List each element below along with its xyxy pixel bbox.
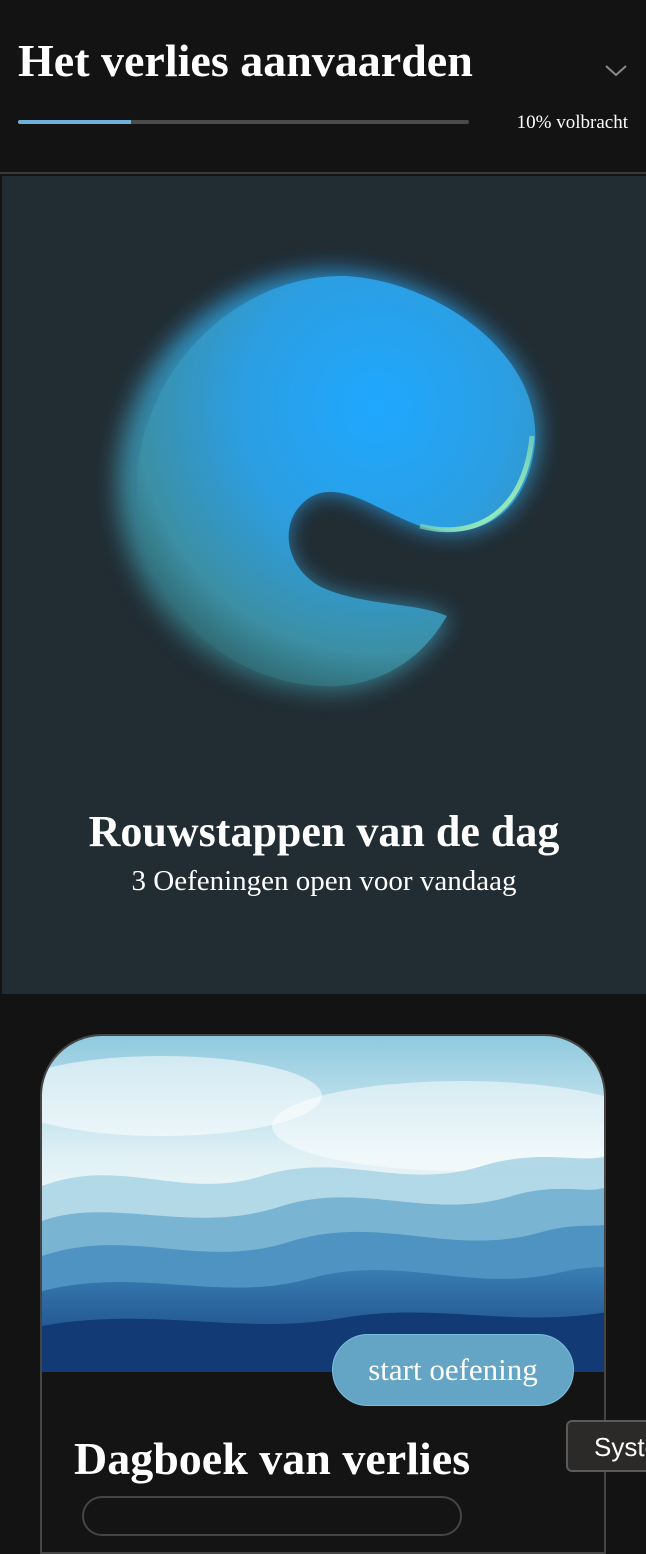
- hero-title: Rouwstappen van de dag: [88, 807, 560, 856]
- gradient-orb-illustration: [117, 272, 538, 693]
- exercise-card[interactable]: start oefening Dagboek van verlies: [40, 1034, 606, 1554]
- start-exercise-button[interactable]: start oefening: [332, 1334, 574, 1406]
- progress-bar-fill: [18, 120, 131, 124]
- header: Het verlies aanvaarden 10% volbracht: [0, 0, 646, 174]
- progress-bar: [18, 120, 469, 124]
- card-bottom-pill: [82, 1496, 462, 1536]
- daily-steps-hero[interactable]: Rouwstappen van de dag 3 Oefeningen open…: [2, 176, 646, 994]
- progress-label: 10% volbracht: [516, 112, 628, 133]
- hero-subtitle: 3 Oefeningen open voor vandaag: [131, 865, 517, 897]
- page-title: Het verlies aanvaarden: [18, 35, 473, 86]
- sea-waves-image: [42, 1036, 604, 1372]
- chevron-down-icon[interactable]: [600, 56, 632, 84]
- card-title: Dagboek van verlies: [74, 1433, 471, 1484]
- system-chip[interactable]: System: [566, 1420, 646, 1472]
